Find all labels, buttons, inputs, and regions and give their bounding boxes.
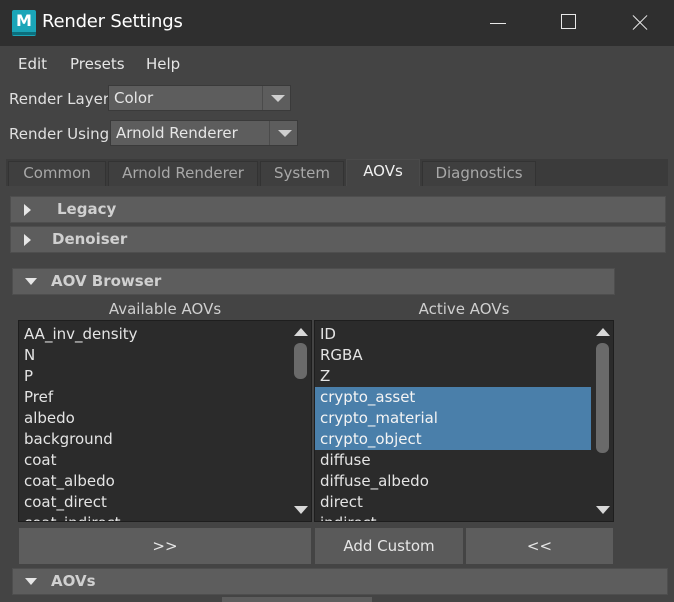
maximize-icon	[561, 14, 576, 29]
minimize-button[interactable]	[464, 0, 534, 46]
section-aovs[interactable]: AOVs	[12, 568, 668, 595]
list-item[interactable]: diffuse_albedo	[315, 471, 591, 492]
section-legacy[interactable]: Legacy	[10, 196, 666, 223]
list-item[interactable]: ID	[315, 324, 591, 345]
menu-item-help[interactable]: Help	[146, 55, 180, 73]
window-title: Render Settings	[42, 11, 183, 32]
list-item[interactable]: albedo	[19, 408, 289, 429]
active-scrollbar[interactable]	[592, 321, 613, 521]
list-item[interactable]: coat_indirect	[19, 513, 289, 521]
list-item-selected[interactable]: crypto_object	[315, 429, 591, 450]
tab-aovs[interactable]: AOVs	[346, 159, 420, 186]
list-item[interactable]: P	[19, 366, 289, 387]
maya-logo-icon: M	[12, 10, 36, 36]
list-item[interactable]: coat	[19, 450, 289, 471]
available-aovs-list[interactable]: AA_inv_density N P Pref albedo backgroun…	[18, 320, 312, 522]
menu-item-edit[interactable]: Edit	[18, 55, 47, 73]
tab-bar: Common Arnold Renderer System AOVs Diagn…	[6, 159, 668, 186]
expand-arrow-icon	[24, 234, 31, 246]
list-item[interactable]: RGBA	[315, 345, 591, 366]
aovs-panel: Legacy Denoiser AOV Browser Available AO…	[6, 186, 668, 602]
remove-aov-button[interactable]: <<	[465, 527, 614, 565]
tab-system[interactable]: System	[260, 161, 344, 186]
section-denoiser-label: Denoiser	[52, 230, 128, 248]
list-item[interactable]: coat_direct	[19, 492, 289, 513]
list-item[interactable]: Z	[315, 366, 591, 387]
collapse-arrow-icon	[25, 278, 37, 285]
expand-arrow-icon	[24, 204, 31, 216]
render-layer-dropdown[interactable]: Color	[108, 85, 291, 111]
render-using-dropdown[interactable]: Arnold Renderer	[110, 120, 298, 146]
close-button[interactable]	[604, 0, 674, 46]
tab-diagnostics[interactable]: Diagnostics	[422, 161, 536, 186]
list-item[interactable]: AA_inv_density	[19, 324, 289, 345]
tab-arnold-renderer[interactable]: Arnold Renderer	[108, 161, 258, 186]
scroll-up-icon[interactable]	[294, 328, 308, 336]
title-bar[interactable]: M Render Settings	[0, 0, 674, 46]
list-item[interactable]: diffuse	[315, 450, 591, 471]
section-aovs-label: AOVs	[51, 572, 96, 590]
add-aov-button[interactable]: >>	[18, 527, 312, 565]
active-aovs-header: Active AOVs	[418, 300, 510, 318]
scroll-thumb[interactable]	[294, 343, 307, 379]
bottom-scroll-handle[interactable]	[222, 597, 372, 602]
scroll-down-icon[interactable]	[596, 506, 610, 514]
section-legacy-label: Legacy	[57, 200, 117, 218]
available-scrollbar[interactable]	[290, 321, 311, 521]
menu-bar: Edit Presets Help	[0, 46, 674, 80]
render-layer-value: Color	[114, 89, 154, 107]
tab-common[interactable]: Common	[8, 161, 106, 186]
scroll-down-icon[interactable]	[294, 506, 308, 514]
active-aovs-list[interactable]: ID RGBA Z crypto_asset crypto_material c…	[314, 320, 614, 522]
menu-item-presets[interactable]: Presets	[70, 55, 125, 73]
list-item[interactable]: Pref	[19, 387, 289, 408]
section-aov-browser[interactable]: AOV Browser	[12, 268, 615, 295]
render-using-dropdown-arrow[interactable]	[269, 121, 297, 145]
chevron-down-icon	[271, 95, 285, 102]
list-item[interactable]: direct	[315, 492, 591, 513]
section-aov-browser-label: AOV Browser	[51, 272, 162, 290]
render-using-label: Render Using	[9, 125, 110, 143]
scroll-thumb[interactable]	[596, 343, 609, 453]
minimize-icon	[490, 23, 506, 24]
collapse-arrow-icon	[25, 578, 37, 585]
section-denoiser[interactable]: Denoiser	[10, 226, 666, 253]
add-custom-button[interactable]: Add Custom	[314, 527, 464, 565]
list-item-selected[interactable]: crypto_material	[315, 408, 591, 429]
render-layer-label: Render Layer	[9, 90, 109, 108]
render-using-value: Arnold Renderer	[116, 124, 238, 142]
list-item[interactable]: background	[19, 429, 289, 450]
list-item[interactable]: coat_albedo	[19, 471, 289, 492]
render-layer-dropdown-arrow[interactable]	[262, 86, 290, 110]
render-settings-window: M Render Settings Edit Presets Help Rend…	[0, 0, 674, 602]
list-item-selected[interactable]: crypto_asset	[315, 387, 591, 408]
available-aovs-header: Available AOVs	[108, 300, 222, 318]
maximize-button[interactable]	[534, 0, 604, 46]
scroll-up-icon[interactable]	[596, 328, 610, 336]
list-item[interactable]: indirect	[315, 513, 591, 521]
chevron-down-icon	[278, 130, 292, 137]
list-item[interactable]: N	[19, 345, 289, 366]
